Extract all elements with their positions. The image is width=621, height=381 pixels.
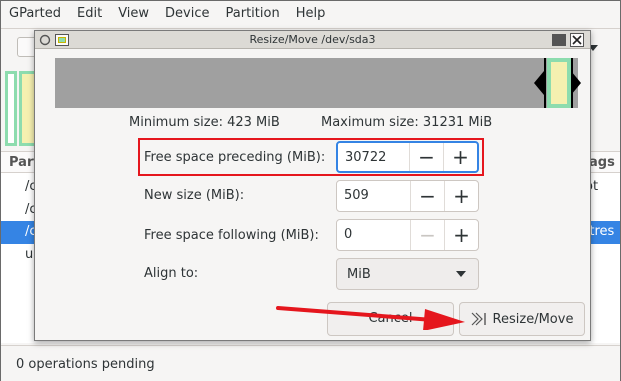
decrement-button: − bbox=[410, 220, 444, 250]
minimum-size-label: Minimum size: 423 MiB bbox=[129, 115, 280, 130]
resize-move-icon bbox=[471, 312, 486, 326]
partition-block[interactable] bbox=[5, 71, 17, 146]
new-size-input[interactable]: 509 bbox=[337, 181, 410, 211]
cancel-button[interactable]: Cancel bbox=[327, 302, 454, 336]
align-to-select[interactable]: MiB bbox=[336, 258, 479, 290]
free-space-preceding-spinner: 30722 − + bbox=[336, 141, 479, 173]
dialog-title: Resize/Move /dev/sda3 bbox=[249, 33, 376, 46]
increment-button[interactable]: + bbox=[444, 181, 478, 211]
increment-button[interactable]: + bbox=[444, 220, 478, 250]
arrow-left-icon[interactable] bbox=[534, 71, 544, 95]
decrement-button[interactable]: − bbox=[409, 143, 443, 171]
column-flags-header[interactable]: ags bbox=[589, 155, 615, 170]
free-space-following-spinner: 0 − + bbox=[336, 219, 479, 251]
new-size-label: New size (MiB): bbox=[144, 188, 245, 203]
partition-resizer[interactable] bbox=[55, 58, 581, 108]
chevron-down-icon bbox=[456, 271, 466, 277]
free-space-preceding-input[interactable]: 30722 bbox=[338, 143, 409, 171]
close-icon[interactable] bbox=[570, 33, 584, 47]
align-to-value: MiB bbox=[347, 266, 371, 282]
align-to-label: Align to: bbox=[144, 266, 199, 281]
resize-handle-left[interactable] bbox=[544, 58, 546, 108]
free-space-preceding-label: Free space preceding (MiB): bbox=[144, 150, 326, 165]
menubar: GParted Edit View Device Partition Help bbox=[1, 1, 620, 27]
increment-button[interactable]: + bbox=[443, 143, 477, 171]
partition-block[interactable] bbox=[547, 58, 571, 108]
menu-gparted[interactable]: GParted bbox=[1, 1, 69, 27]
decrement-button[interactable]: − bbox=[410, 181, 444, 211]
resize-move-button-label: Resize/Move bbox=[492, 311, 574, 327]
free-space-following-input[interactable]: 0 bbox=[337, 220, 410, 250]
arrow-right-icon[interactable] bbox=[571, 71, 581, 95]
resize-move-button[interactable]: Resize/Move bbox=[459, 302, 585, 336]
maximize-icon[interactable] bbox=[552, 34, 566, 46]
status-text: 0 operations pending bbox=[16, 357, 155, 372]
free-space-following-label: Free space following (MiB): bbox=[144, 228, 319, 243]
maximum-size-label: Maximum size: 31231 MiB bbox=[321, 115, 493, 130]
menu-help[interactable]: Help bbox=[288, 1, 334, 27]
new-size-spinner: 509 − + bbox=[336, 180, 479, 212]
menu-view[interactable]: View bbox=[110, 1, 157, 27]
statusbar: 0 operations pending bbox=[1, 345, 620, 381]
menu-edit[interactable]: Edit bbox=[69, 1, 110, 27]
dialog-titlebar[interactable]: Resize/Move /dev/sda3 bbox=[35, 31, 590, 49]
menu-partition[interactable]: Partition bbox=[218, 1, 288, 27]
menu-device[interactable]: Device bbox=[157, 1, 217, 27]
resize-move-dialog: Resize/Move /dev/sda3 Minimum size: 423 … bbox=[34, 30, 591, 341]
